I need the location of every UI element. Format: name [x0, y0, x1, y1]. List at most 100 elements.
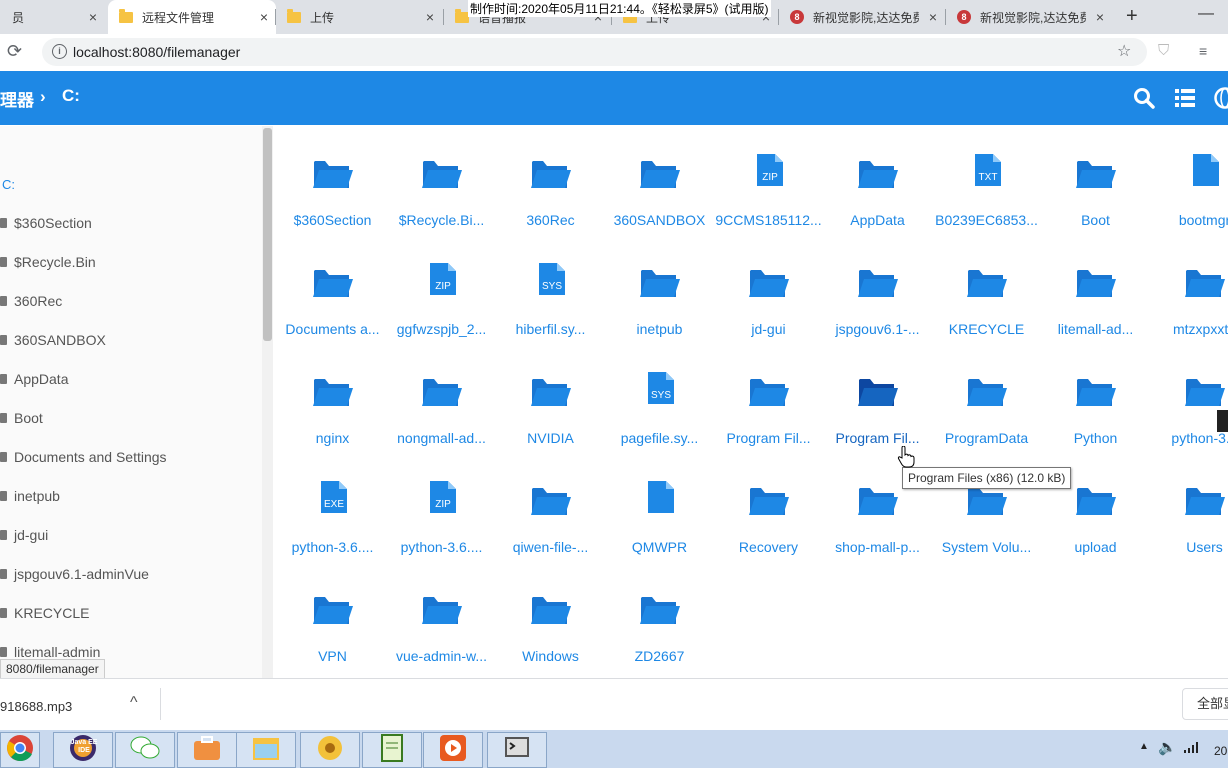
folder-item[interactable]: mtzxpxxt_	[1150, 239, 1228, 343]
folder-item[interactable]: inetpub	[605, 239, 714, 343]
close-tab-icon[interactable]: ×	[260, 9, 268, 25]
browser-tab[interactable]: 上传 ×	[276, 0, 442, 34]
taskbar-app-button[interactable]	[177, 732, 237, 768]
sidebar-folder-item[interactable]: jd-gui	[0, 527, 48, 543]
close-tab-icon[interactable]: ×	[426, 9, 434, 25]
browser-tab[interactable]: 8 新视觉影院,达达免费 ×	[946, 0, 1112, 34]
folder-item[interactable]: jd-gui	[714, 239, 823, 343]
folder-item[interactable]: ProgramData	[932, 348, 1041, 452]
folder-item[interactable]: nginx	[278, 348, 387, 452]
folder-name: System Volu...	[941, 539, 1032, 555]
sidebar-folder-item[interactable]: 360SANDBOX	[0, 332, 106, 348]
file-item[interactable]: EXE python-3.6....	[278, 457, 387, 561]
breadcrumb-current[interactable]: C:	[62, 86, 80, 106]
folder-item[interactable]: Program Fil...	[714, 348, 823, 452]
browser-tab[interactable]: 员 ×	[0, 0, 105, 34]
folder-icon	[965, 372, 1009, 412]
clock[interactable]: 20	[1214, 744, 1227, 758]
folder-item[interactable]: Users	[1150, 457, 1228, 561]
bookmark-star-icon[interactable]: ☆	[1117, 41, 1131, 61]
folder-item[interactable]: vue-admin-w...	[387, 566, 496, 670]
sidebar-folder-item[interactable]: $Recycle.Bin	[0, 254, 96, 270]
sidebar-folder-item[interactable]: litemall-admin	[0, 644, 100, 660]
file-item[interactable]: bootmgr	[1150, 130, 1228, 234]
browser-tab[interactable]: 远程文件管理 ×	[108, 0, 276, 34]
close-tab-icon[interactable]: ×	[1096, 9, 1104, 25]
folder-item[interactable]: 360Rec	[496, 130, 605, 234]
folder-name: jspgouv6.1-...	[835, 321, 920, 337]
file-item[interactable]: ZIP ggfwzspjb_2...	[387, 239, 496, 343]
file-explorer-icon	[251, 734, 281, 767]
download-filename[interactable]: 918688.mp3	[0, 699, 72, 714]
minimize-button[interactable]: —	[1198, 5, 1214, 23]
folder-item[interactable]: NVIDIA	[496, 348, 605, 452]
globe-icon[interactable]	[1214, 87, 1228, 114]
folder-item[interactable]: jspgouv6.1-...	[823, 239, 932, 343]
sidebar-folder-item[interactable]: inetpub	[0, 488, 60, 504]
folder-icon	[638, 590, 682, 630]
taskbar-app-button[interactable]	[423, 732, 483, 768]
network-icon[interactable]	[1184, 740, 1200, 758]
url-text[interactable]: localhost:8080/filemanager	[73, 44, 240, 60]
taskbar-app-button[interactable]	[487, 732, 547, 768]
folder-item[interactable]: Program Fil...	[823, 348, 932, 452]
tree-root[interactable]: C:	[2, 177, 15, 192]
chevron-up-icon[interactable]: ^	[130, 694, 138, 712]
folder-item[interactable]: nongmall-ad...	[387, 348, 496, 452]
sidebar-folder-item[interactable]: $360Section	[0, 215, 92, 231]
taskbar-app-button[interactable]	[300, 732, 360, 768]
tab-title: 远程文件管理	[142, 10, 215, 25]
info-icon[interactable]: i	[52, 44, 67, 59]
new-tab-button[interactable]: +	[1126, 5, 1138, 28]
reading-list-icon[interactable]: ≡	[1199, 43, 1207, 59]
file-item[interactable]: ZIP 9CCMS185112...	[714, 130, 823, 234]
folder-item[interactable]: python-3.6	[1150, 348, 1228, 452]
taskbar-app-button[interactable]: Java EE IDE	[53, 732, 113, 768]
file-item[interactable]: SYS pagefile.sy...	[605, 348, 714, 452]
file-item[interactable]: TXT B0239EC6853...	[932, 130, 1041, 234]
close-tab-icon[interactable]: ×	[89, 9, 97, 25]
sidebar-scrollbar-thumb[interactable]	[263, 128, 272, 341]
sidebar-folder-item[interactable]: Boot	[0, 410, 43, 426]
taskbar-app-button[interactable]	[115, 732, 175, 768]
folder-icon	[0, 452, 7, 462]
folder-name: python-3.6	[1171, 430, 1228, 446]
folder-item[interactable]: 360SANDBOX	[605, 130, 714, 234]
scroll-handle[interactable]	[1217, 410, 1228, 432]
sidebar-folder-item[interactable]: Documents and Settings	[0, 449, 167, 465]
taskbar-app-button[interactable]	[0, 732, 40, 768]
folder-item[interactable]: $Recycle.Bi...	[387, 130, 496, 234]
file-item[interactable]: SYS hiberfil.sy...	[496, 239, 605, 343]
extension-icon[interactable]: ⛉	[1158, 42, 1169, 59]
folder-item[interactable]: KRECYCLE	[932, 239, 1041, 343]
reload-icon[interactable]: ⟳	[7, 41, 22, 62]
show-all-downloads-button[interactable]: 全部显示	[1182, 688, 1228, 720]
file-icon: SYS	[638, 372, 682, 412]
folder-item[interactable]: Windows	[496, 566, 605, 670]
close-tab-icon[interactable]: ×	[929, 9, 937, 25]
file-item[interactable]: QMWPR	[605, 457, 714, 561]
sidebar-folder-item[interactable]: AppData	[0, 371, 68, 387]
taskbar-app-button[interactable]	[236, 732, 296, 768]
taskbar-app-button[interactable]	[362, 732, 422, 768]
sidebar-folder-item[interactable]: jspgouv6.1-adminVue	[0, 566, 149, 582]
sidebar-folder-item[interactable]: KRECYCLE	[0, 605, 89, 621]
folder-item[interactable]: litemall-ad...	[1041, 239, 1150, 343]
sidebar-folder-label: inetpub	[14, 488, 60, 504]
folder-item[interactable]: AppData	[823, 130, 932, 234]
volume-icon[interactable]: 🔈	[1158, 738, 1177, 756]
folder-item[interactable]: qiwen-file-...	[496, 457, 605, 561]
search-icon[interactable]	[1133, 87, 1155, 114]
browser-tab[interactable]: 8 新视觉影院,达达免费 ×	[779, 0, 945, 34]
folder-item[interactable]: ZD2667	[605, 566, 714, 670]
tray-expand-icon[interactable]: ▲	[1139, 741, 1149, 752]
folder-item[interactable]: Documents a...	[278, 239, 387, 343]
folder-item[interactable]: $360Section	[278, 130, 387, 234]
folder-item[interactable]: Python	[1041, 348, 1150, 452]
folder-item[interactable]: Recovery	[714, 457, 823, 561]
folder-item[interactable]: Boot	[1041, 130, 1150, 234]
file-item[interactable]: ZIP python-3.6....	[387, 457, 496, 561]
sidebar-folder-item[interactable]: 360Rec	[0, 293, 62, 309]
list-view-icon[interactable]	[1175, 89, 1195, 112]
folder-item[interactable]: VPN	[278, 566, 387, 670]
